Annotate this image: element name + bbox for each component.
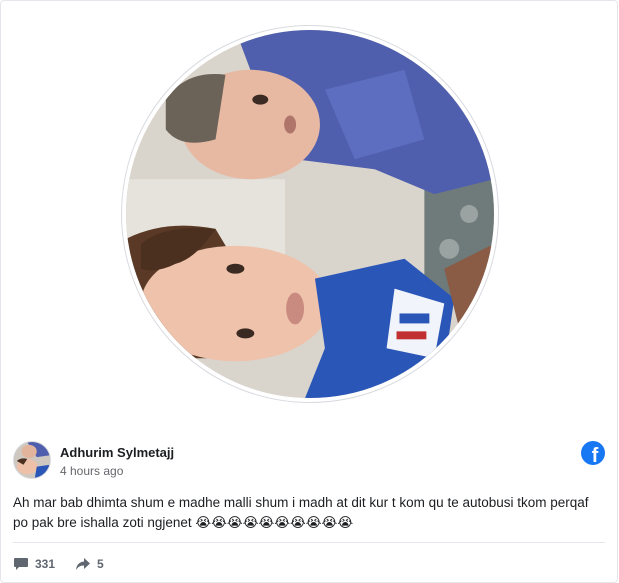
author-name[interactable]: Adhurim Sylmetajj — [60, 445, 174, 460]
avatar-image — [14, 442, 50, 478]
post-author-row: Adhurim Sylmetajj 4 hours ago f — [13, 441, 605, 481]
post-stats: 331 5 — [13, 555, 124, 573]
share-arrow-icon — [76, 558, 91, 570]
comments-count: 331 — [35, 557, 56, 571]
photo-illustration — [126, 30, 494, 398]
post-text: Ah mar bab dhimta shum e madhe malli shu… — [13, 495, 589, 530]
post-photo-frame[interactable] — [121, 25, 499, 403]
comments-stat[interactable]: 331 — [13, 557, 55, 571]
post-photo[interactable] — [126, 30, 494, 398]
post-card: Adhurim Sylmetajj 4 hours ago f Ah mar b… — [0, 0, 618, 583]
facebook-icon[interactable]: f — [581, 441, 605, 465]
shares-stat[interactable]: 5 — [75, 557, 104, 571]
facebook-f-glyph: f — [591, 445, 599, 465]
author-avatar[interactable] — [13, 441, 51, 479]
comment-icon — [14, 558, 28, 570]
shares-count: 5 — [97, 557, 104, 571]
footer-divider — [13, 542, 605, 543]
post-timestamp[interactable]: 4 hours ago — [60, 464, 123, 478]
